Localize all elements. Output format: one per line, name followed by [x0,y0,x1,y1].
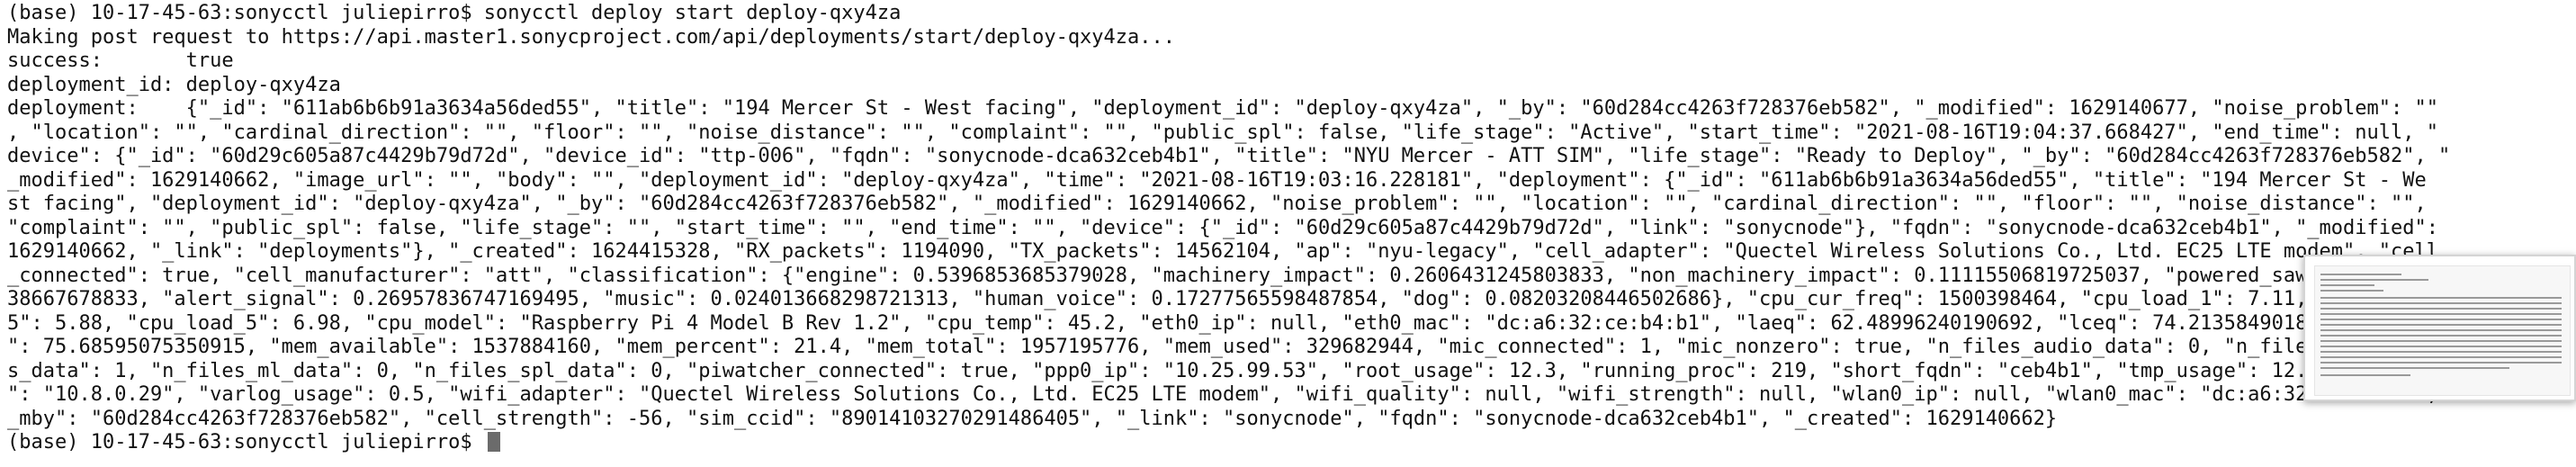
output-line: deployment: {"_id": "611ab6b6b91a3634a56… [7,97,2439,120]
thumbnail-text-line [2320,313,2562,315]
thumbnail-text-line [2320,324,2562,326]
output-line: Making post request to https://api.maste… [7,25,1176,49]
command-line: (base) 10-17-45-63:sonycctl juliepirro$ … [7,2,902,24]
thumbnail-text-line [2320,340,2562,342]
window-bottom-edge [0,458,2576,467]
thumbnail-text-line [2320,362,2562,364]
output-line: ": "10.8.0.29", "varlog_usage": 0.5, "wi… [7,383,2463,406]
screenshot-thumbnail-preview[interactable] [2303,255,2576,401]
output-line: 38667678833, "alert_signal": 0.269578367… [7,288,2451,310]
thumbnail-text-line [2320,351,2562,353]
thumbnail-text-line [2320,319,2562,320]
thumbnail-text-line [2320,335,2562,337]
thumbnail-text-line [2320,308,2562,310]
output-line: _mby": "60d284cc4263f728376eb582", "cell… [7,407,2058,430]
output-line: _modified": 1629140662, "image_url": "",… [7,168,2427,192]
thumbnail-text-line [2320,374,2410,376]
prompt-line[interactable]: (base) 10-17-45-63:sonycctl juliepirro$ [7,431,2576,455]
output-line: s_data": 1, "n_files_ml_data": 0, "n_fil… [7,359,2439,382]
prompt-text: (base) 10-17-45-63:sonycctl juliepirro$ [7,431,484,454]
thumbnail-text-line [2320,367,2509,369]
thumbnail-text-line [2320,274,2401,275]
output-line: success: true [7,49,234,72]
thumbnail-text-line [2320,279,2428,281]
thumbnail-image [2314,265,2571,396]
output-line: _connected": true, "cell_manufacturer": … [7,264,2392,287]
output-line: ": 75.68595075350915, "mem_available": 1… [7,336,2308,358]
thumbnail-text-line [2320,346,2562,347]
text-cursor [487,432,500,452]
output-line: , "location": "", "cardinal_direction": … [7,121,2439,144]
thumbnail-text-line [2320,329,2562,331]
thumbnail-text-line [2320,290,2383,292]
thumbnail-text-line [2320,302,2562,304]
thumbnail-text-line [2320,297,2562,299]
output-line: st facing", "deployment_id": "deploy-qxy… [7,193,2427,215]
terminal-window[interactable]: (base) 10-17-45-63:sonycctl juliepirro$ … [0,0,2576,467]
output-line: "complaint": "", "public_spl": false, "l… [7,216,2439,239]
output-line: 1629140662, "_link": "deployments"}, "_c… [7,240,2439,263]
output-line: 5": 5.88, "cpu_load_5": 6.98, "cpu_model… [7,311,2439,335]
output-line: deployment_id: deploy-qxy4za [7,73,341,96]
thumbnail-text-line [2320,356,2562,358]
output-line: device": {"_id": "60d29c605a87c4429b79d7… [7,145,2451,167]
thumbnail-text-line [2320,284,2374,286]
